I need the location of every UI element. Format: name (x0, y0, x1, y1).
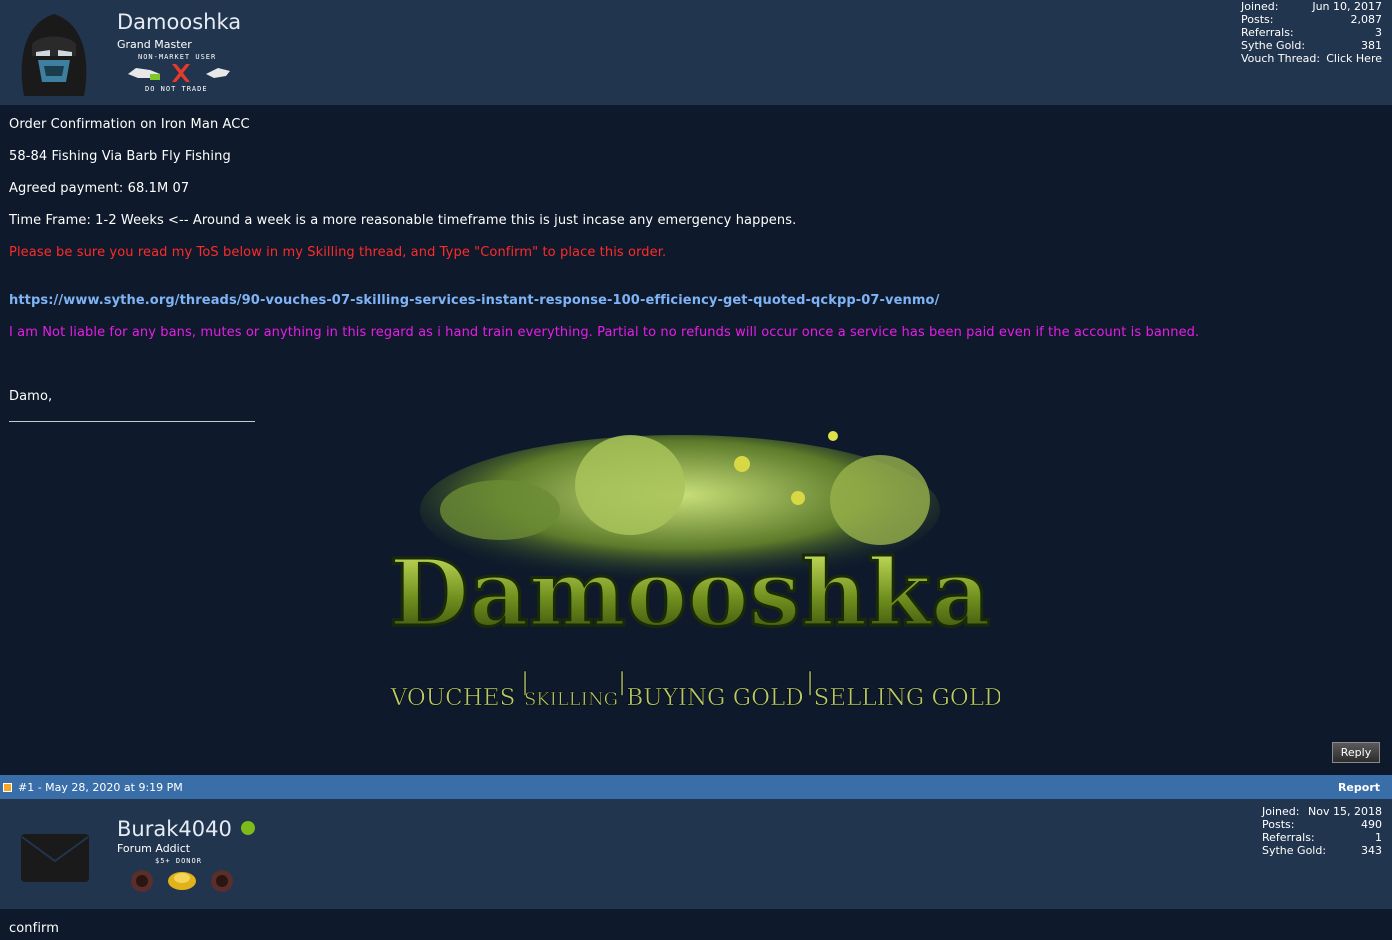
user-stats: Joined: Jun 10, 2017 Posts: 2,087 Referral… (1241, 0, 1382, 65)
banner-tagline-selling: SELLING GOLD (814, 685, 1000, 711)
banner-tagline-vouches: VOUCHES (390, 685, 516, 711)
report-link[interactable]: Report (1338, 781, 1380, 794)
reply-button[interactable]: Reply (1332, 742, 1380, 763)
stat-label: Sythe Gold: (1262, 844, 1327, 857)
post-line: Time Frame: 1-2 Weeks <-- Around a week … (9, 213, 797, 228)
user-avatar[interactable] (10, 4, 98, 100)
svg-text:|: | (618, 668, 626, 697)
post-header: Damooshka Grand Master NON-MARKET USER D… (0, 0, 1392, 105)
envelope-icon[interactable] (20, 833, 90, 883)
user-rank: Grand Master (117, 38, 192, 51)
stat-value: 490 (1361, 818, 1382, 831)
banner-tagline-skilling: SKILLING (524, 689, 618, 710)
stat-label: Posts: (1241, 13, 1274, 26)
donor-badge-icon (131, 870, 233, 892)
signature-name: Damo, (9, 389, 53, 404)
post-line: Agreed payment: 68.1M 07 (9, 181, 190, 196)
post-line: Order Confirmation on Iron Man ACC (9, 117, 250, 132)
stat-value: Nov 15, 2018 (1308, 805, 1382, 818)
signature-banner: Damooshka VOUCHES | SKILLING | BUYING GO… (388, 431, 1000, 711)
stat-label: Referrals: (1241, 26, 1294, 39)
post-meta-bar: #1 - May 28, 2020 at 9:19 PM Report (0, 775, 1392, 799)
stat-label: Joined: (1262, 805, 1300, 818)
stat-value: 1 (1375, 831, 1382, 844)
stat-value: Jun 10, 2017 (1312, 0, 1382, 13)
signature-divider (9, 421, 255, 422)
post-number-date[interactable]: #1 - May 28, 2020 at 9:19 PM (18, 781, 183, 794)
stat-label: Vouch Thread: (1241, 52, 1321, 65)
post-page-icon (3, 783, 12, 792)
post-line: confirm (9, 921, 60, 936)
username[interactable]: Damooshka (117, 10, 241, 34)
banner-tagline-buying: BUYING GOLD (626, 685, 803, 711)
stat-value: 381 (1361, 39, 1382, 52)
stat-label: Sythe Gold: (1241, 39, 1306, 52)
non-market-badge-icon (128, 64, 230, 82)
stat-label: Referrals: (1262, 831, 1315, 844)
user-stats: Joined: Nov 15, 2018 Posts: 490 Referrals:… (1262, 805, 1382, 857)
banner-logo: Damooshka (389, 539, 991, 647)
post-line: 58-84 Fishing Via Barb Fly Fishing (9, 149, 231, 164)
stat-value: 3 (1375, 26, 1382, 39)
stat-value: 2,087 (1350, 13, 1383, 26)
stat-label: Posts: (1262, 818, 1295, 831)
vouch-thread-link[interactable]: Click Here (1326, 52, 1382, 65)
username[interactable]: Burak4040 (117, 817, 232, 841)
stat-label: Joined: (1241, 0, 1279, 13)
online-status-icon (241, 821, 255, 835)
liability-notice: I am Not liable for any bans, mutes or a… (9, 325, 1200, 340)
badge-caption-top: NON-MARKET USER (138, 53, 217, 61)
badge-caption: $5+ DONOR (155, 857, 202, 865)
skilling-thread-link[interactable]: https://www.sythe.org/threads/90-vouches… (9, 293, 939, 308)
badge-caption-bottom: DO NOT TRADE (145, 85, 208, 93)
post-header: Burak4040 Forum Addict $5+ DONOR Joined:… (0, 799, 1392, 909)
user-rank: Forum Addict (117, 842, 191, 855)
tos-notice: Please be sure you read my ToS below in … (9, 245, 667, 260)
stat-value: 343 (1361, 844, 1382, 857)
